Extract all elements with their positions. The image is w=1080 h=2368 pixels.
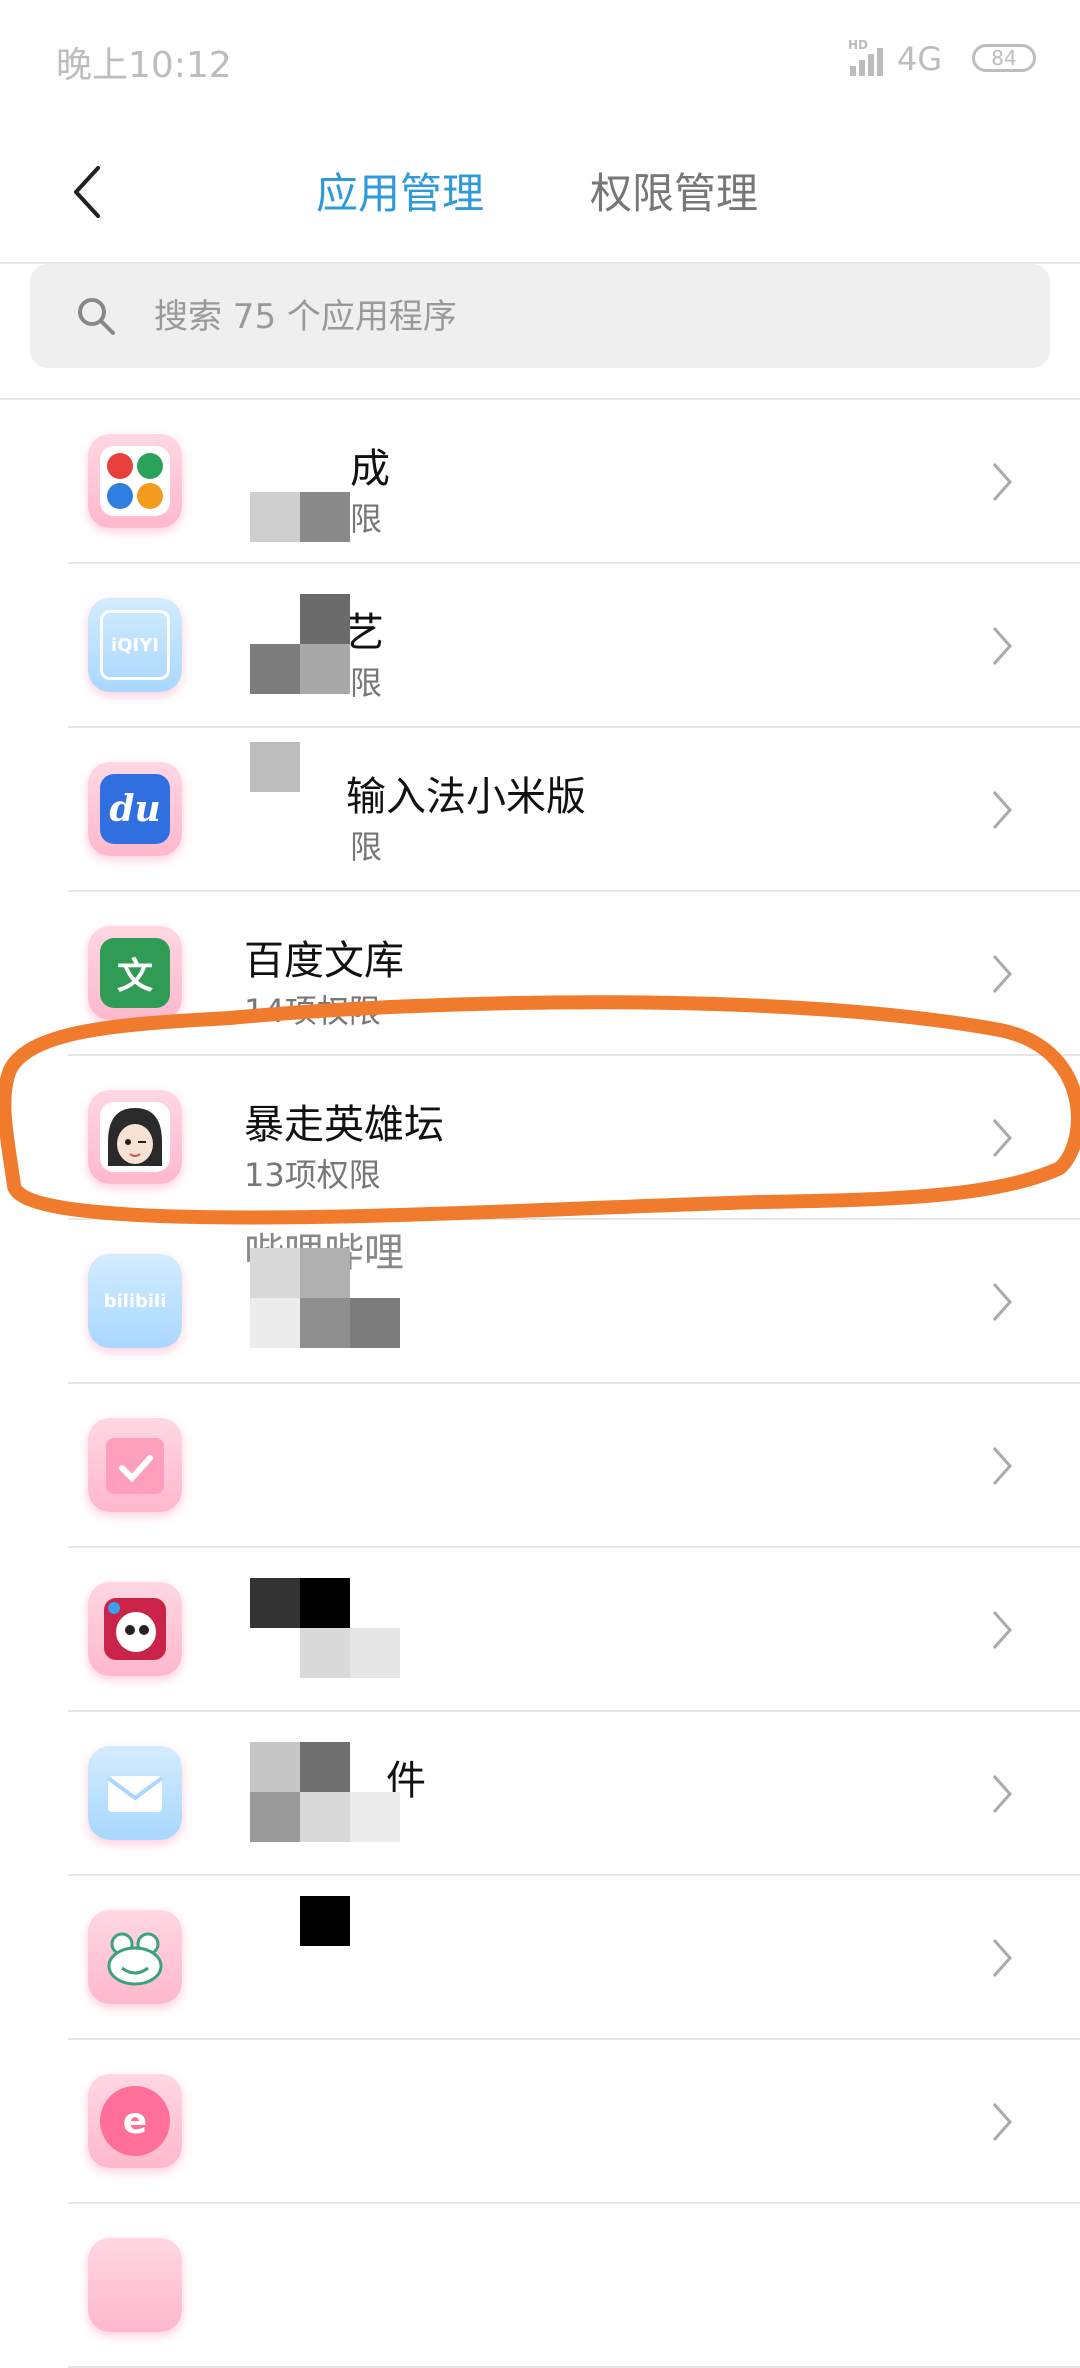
app-name: 成 bbox=[350, 446, 390, 492]
list-item[interactable]: e bbox=[0, 2040, 1080, 2204]
app-name: 输入法小米版 bbox=[346, 774, 586, 820]
app-permission-count: 限 bbox=[350, 664, 383, 702]
list-item[interactable]: bilibili 哔哩哔哩 bbox=[0, 1220, 1080, 1384]
status-bar: 晚上10:12 HD 4G 84 bbox=[0, 0, 1080, 120]
list-item[interactable]: iQIYI 艺 限 bbox=[0, 564, 1080, 728]
avatar-icon bbox=[88, 1090, 182, 1184]
list-item[interactable] bbox=[0, 1384, 1080, 1548]
search-bar[interactable] bbox=[30, 264, 1050, 368]
chevron-right-icon bbox=[992, 1119, 1013, 1157]
battery-icon: 84 bbox=[972, 44, 1036, 72]
chevron-right-icon bbox=[992, 1447, 1013, 1485]
app-name: 暴走英雄坛 bbox=[244, 1102, 444, 1148]
app-permission-count: 13项权限 bbox=[244, 1156, 381, 1194]
panda-icon bbox=[88, 1582, 182, 1676]
chevron-right-icon bbox=[992, 2103, 1013, 2141]
chevron-right-icon bbox=[992, 627, 1013, 665]
app-icon bbox=[88, 2238, 182, 2332]
app-list: 成 限 iQIYI 艺 限 du 输入法小米版 限 文 百度文库 14项权限 暴… bbox=[0, 400, 1080, 2368]
iqiyi-icon: iQIYI bbox=[88, 598, 182, 692]
network-label: 4G bbox=[897, 40, 943, 78]
bilibili-icon: bilibili bbox=[88, 1254, 182, 1348]
list-item[interactable]: 成 限 bbox=[0, 400, 1080, 564]
mail-icon bbox=[88, 1746, 182, 1840]
baidu-icon: du bbox=[88, 762, 182, 856]
icon-label: bilibili bbox=[103, 1290, 167, 1312]
tab-permission-management[interactable]: 权限管理 bbox=[590, 160, 758, 221]
list-item-highlighted[interactable]: 暴走英雄坛 13项权限 bbox=[0, 1056, 1080, 1220]
e-icon: e bbox=[88, 2074, 182, 2168]
list-item[interactable] bbox=[0, 2204, 1080, 2368]
chevron-right-icon bbox=[992, 463, 1013, 501]
chevron-right-icon bbox=[992, 955, 1013, 993]
app-name: 艺 bbox=[344, 610, 384, 656]
icon-label: iQIYI bbox=[100, 610, 170, 680]
chevron-right-icon bbox=[992, 791, 1013, 829]
tab-app-management[interactable]: 应用管理 bbox=[316, 160, 484, 221]
wenku-icon: 文 bbox=[88, 926, 182, 1020]
list-item[interactable] bbox=[0, 1548, 1080, 1712]
icon-label: e bbox=[100, 2086, 170, 2156]
signal-icon bbox=[850, 40, 890, 76]
calendar-check-icon bbox=[88, 1418, 182, 1512]
icon-label: 文 bbox=[100, 938, 170, 1008]
search-icon bbox=[78, 298, 115, 335]
app-name: 百度文库 bbox=[244, 938, 404, 984]
top-nav: 应用管理 权限管理 bbox=[0, 120, 1080, 264]
app-permission-count: 限 bbox=[350, 828, 383, 866]
chevron-right-icon bbox=[992, 1283, 1013, 1321]
list-item[interactable] bbox=[0, 1876, 1080, 2040]
list-item[interactable]: 件 bbox=[0, 1712, 1080, 1876]
list-item[interactable]: 文 百度文库 14项权限 bbox=[0, 892, 1080, 1056]
icon-label: du bbox=[100, 774, 170, 844]
app-permission-count: 限 bbox=[350, 500, 383, 538]
list-item[interactable]: du 输入法小米版 限 bbox=[0, 728, 1080, 892]
grid-icon bbox=[88, 434, 182, 528]
frog-icon bbox=[88, 1910, 182, 2004]
app-permission-count: 14项权限 bbox=[244, 992, 381, 1030]
chevron-right-icon bbox=[992, 1611, 1013, 1649]
chevron-right-icon bbox=[992, 1939, 1013, 1977]
search-input[interactable] bbox=[152, 286, 1016, 348]
chevron-right-icon bbox=[992, 1775, 1013, 1813]
status-time: 晚上10:12 bbox=[56, 45, 232, 86]
back-arrow-icon[interactable] bbox=[68, 162, 108, 222]
